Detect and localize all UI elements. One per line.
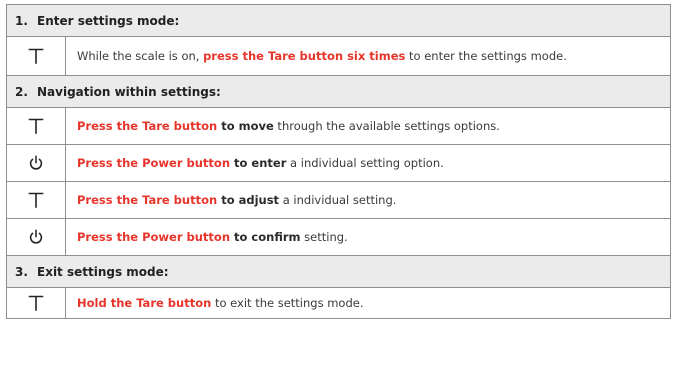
section-title: 1. Enter settings mode: bbox=[7, 14, 179, 28]
section-header: 2. Navigation within settings: bbox=[7, 76, 670, 108]
section-header: 1. Enter settings mode: bbox=[7, 5, 670, 37]
step-row: While the scale is on, press the Tare bu… bbox=[7, 37, 670, 76]
section-number: 2. bbox=[15, 84, 28, 99]
section-title: 2. Navigation within settings: bbox=[7, 85, 221, 99]
step-text: Press the Power button to confirm settin… bbox=[66, 219, 670, 255]
tare-icon bbox=[7, 288, 66, 318]
step-text: While the scale is on, press the Tare bu… bbox=[66, 37, 670, 75]
text-part: to exit the settings mode. bbox=[211, 296, 364, 310]
highlight-text: Press the Power button bbox=[77, 230, 231, 244]
step-row: Press the Tare button to adjust a indivi… bbox=[7, 182, 670, 219]
tare-icon bbox=[7, 37, 66, 75]
section-title-text: Enter settings mode: bbox=[37, 13, 180, 28]
section-title: 3. Exit settings mode: bbox=[7, 265, 169, 279]
instructions-table: 1. Enter settings mode: While the scale i… bbox=[6, 4, 671, 319]
step-text: Press the Tare button to adjust a indivi… bbox=[66, 182, 670, 218]
bold-text: to confirm bbox=[230, 230, 301, 244]
highlight-text: Press the Tare button bbox=[77, 193, 218, 207]
highlight-text: Press the Power button bbox=[77, 156, 231, 170]
text-part: through the available settings options. bbox=[273, 119, 500, 133]
tare-icon bbox=[7, 182, 66, 218]
step-row: Press the Power button to enter a indivi… bbox=[7, 145, 670, 182]
step-row: Press the Power button to confirm settin… bbox=[7, 219, 670, 256]
text-part: to enter the settings mode. bbox=[405, 49, 567, 63]
text-part: a individual setting. bbox=[279, 193, 397, 207]
text-part: setting. bbox=[300, 230, 348, 244]
tare-icon bbox=[7, 108, 66, 144]
text-part: While the scale is on, bbox=[77, 49, 204, 63]
power-icon bbox=[7, 219, 66, 255]
section-title-text: Navigation within settings: bbox=[37, 84, 221, 99]
section-header: 3. Exit settings mode: bbox=[7, 256, 670, 288]
power-icon bbox=[7, 145, 66, 181]
text-part: a individual setting option. bbox=[286, 156, 444, 170]
step-text: Press the Power button to enter a indivi… bbox=[66, 145, 670, 181]
bold-text: to enter bbox=[230, 156, 287, 170]
step-text: Hold the Tare button to exit the setting… bbox=[66, 288, 670, 318]
section-title-text: Exit settings mode: bbox=[37, 264, 169, 279]
step-text: Press the Tare button to move through th… bbox=[66, 108, 670, 144]
section-number: 3. bbox=[15, 264, 28, 279]
highlight-text: Hold the Tare button bbox=[77, 296, 212, 310]
step-row: Press the Tare button to move through th… bbox=[7, 108, 670, 145]
highlight-text: Press the Tare button bbox=[77, 119, 218, 133]
highlight-text: press the Tare button six times bbox=[203, 49, 406, 63]
bold-text: to move bbox=[217, 119, 274, 133]
step-row: Hold the Tare button to exit the setting… bbox=[7, 288, 670, 318]
section-number: 1. bbox=[15, 13, 28, 28]
bold-text: to adjust bbox=[217, 193, 280, 207]
